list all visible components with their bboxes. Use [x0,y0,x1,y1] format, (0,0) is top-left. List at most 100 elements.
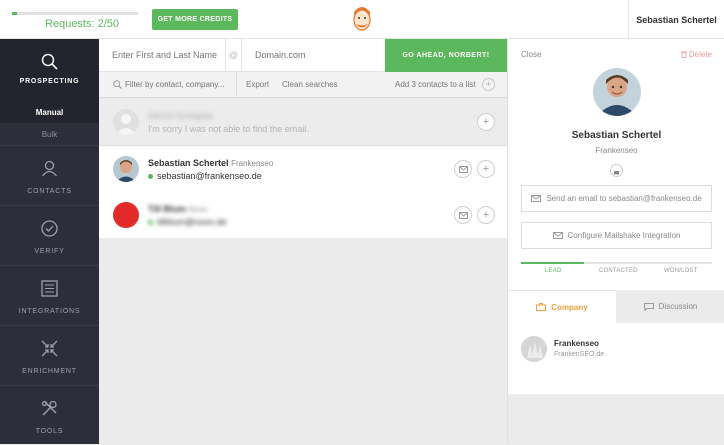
delete-link[interactable]: Delete [680,50,712,59]
contact-email-line: tillblum@noon.de [148,217,227,227]
get-more-credits-button[interactable]: GET MORE CREDITS [152,9,238,30]
sidebar-item-label: PROSPECTING [19,78,80,85]
contact-company: Noon [188,205,208,214]
verified-dot [148,220,153,226]
requests-counter: Requests: 2/50 [45,18,119,30]
filter-input[interactable] [123,72,235,97]
check-circle-icon [41,220,58,237]
sidebar-item-enrichment[interactable]: ENRICHMENT [0,325,99,385]
sidebar-item-tools[interactable]: TOOLS [0,385,99,445]
configure-mailshake-button[interactable]: Configure Mailshake Integration [521,222,712,249]
company-domain: FrankenSEO.de [554,351,605,358]
stage-lead[interactable]: LEAD [545,268,561,274]
requests-progress-fill [12,12,18,15]
user-menu[interactable]: Sebastian Schertel [628,0,724,39]
contact-email: sebastian@frankenseo.de [157,171,262,181]
add-contact-button[interactable]: + [477,160,495,178]
not-found-message: I'm sorry I was not able to find the ema… [148,124,309,134]
search-bar: @ GO AHEAD, NORBERT! [99,39,507,72]
tab-discussion[interactable]: Discussion [616,290,724,323]
contact-name: Ulrich Schapke [148,111,214,121]
sidebar: PROSPECTING Manual Bulk CONTACTS VERIFY … [0,39,99,444]
tab-company[interactable]: Company [508,290,616,323]
contact-company: Frankenseo [595,146,638,155]
contact-detail-panel: Close Delete Sebastian Schertel Frankens… [507,39,724,444]
search-icon [41,53,58,70]
detail-tabs: Company Discussion [508,290,724,323]
add-to-list-plus-button[interactable]: + [482,78,495,91]
add-contact-button[interactable]: + [477,113,495,131]
contact-name-line: Sebastian Schertel Frankenseo [148,158,273,168]
at-sign: @ [225,39,242,71]
clean-searches-link[interactable]: Clean searches [282,80,338,89]
sidebar-item-label: INTEGRATIONS [18,308,81,315]
list-item[interactable]: Sebastian Schertel Frankenseo sebastian@… [99,146,507,193]
tools-icon [41,400,57,416]
export-link[interactable]: Export [246,80,269,89]
company-card[interactable]: Frankenseo FrankenSEO.de [508,323,724,394]
sidebar-item-label: TOOLS [35,428,64,435]
name-input[interactable] [99,39,225,71]
plus-icon: + [482,162,490,175]
company-name: Frankenseo [554,339,599,348]
list-item[interactable]: Ulrich Schapke I'm sorry I was not able … [99,99,507,146]
add-to-list-link[interactable]: Add 3 contacts to a list [395,80,476,89]
sidebar-sub-manual[interactable]: Manual [0,101,99,123]
stage-progress-fill [521,262,585,264]
contact-name: Sebastian Schertel [148,158,229,168]
tab-discussion-label: Discussion [658,302,698,311]
sidebar-item-contacts[interactable]: CONTACTS [0,145,99,205]
plus-icon: + [482,115,490,128]
hunter-face-logo [353,7,371,31]
envelope-icon [552,232,563,239]
verified-dot [148,174,153,180]
contact-name: Sebastian Schertel [571,130,662,141]
integrations-icon [41,280,58,297]
add-contact-button[interactable]: + [477,206,495,224]
stage-contacted[interactable]: CONTACTED [599,268,638,274]
stage-progress-bar [521,262,712,264]
briefcase-icon [536,303,547,311]
company-logo [521,336,547,362]
email-button[interactable] [454,160,472,178]
contact-company: Frankenseo [231,159,274,168]
sidebar-item-label: CONTACTS [27,188,72,195]
top-bar: Requests: 2/50 GET MORE CREDITS Sebastia… [0,0,724,39]
contact-name: Till Blum [148,204,186,214]
send-email-label: Send an email to sebastian@frankenseo.de [546,194,702,203]
chat-icon [643,302,654,311]
filter-bar: Export Clean searches Add 3 contacts to … [99,72,507,98]
detail-bottom-area [508,394,724,444]
contact-photo [593,68,641,116]
user-icon [41,160,58,177]
envelope-icon [458,165,468,173]
avatar [113,109,139,135]
list-item[interactable]: Till Blum Noon tillblum@noon.de + [99,192,507,239]
domain-input[interactable] [242,39,385,71]
company-badge-icon [610,164,623,177]
envelope-icon [458,211,468,219]
contact-email: tillblum@noon.de [157,217,227,227]
contact-name-line: Till Blum Noon [148,204,207,214]
sidebar-item-verify[interactable]: VERIFY [0,205,99,265]
delete-label: Delete [688,50,712,59]
requests-progress-bar [12,12,138,15]
envelope-icon [531,195,542,202]
sidebar-item-integrations[interactable]: INTEGRATIONS [0,265,99,325]
go-ahead-button[interactable]: GO AHEAD, NORBERT! [385,39,507,72]
tab-company-label: Company [551,302,588,312]
sidebar-item-prospecting[interactable]: PROSPECTING [0,39,99,101]
sidebar-item-label: ENRICHMENT [22,368,77,375]
search-icon [113,80,122,89]
email-button[interactable] [454,206,472,224]
stage-won-lost[interactable]: WON/LOST [664,268,698,274]
avatar [113,202,139,228]
close-link[interactable]: Close [521,50,541,59]
sidebar-item-label: VERIFY [34,248,65,255]
sidebar-sub-bulk[interactable]: Bulk [0,123,99,145]
enrichment-icon [41,340,58,357]
contact-email-line: sebastian@frankenseo.de [148,171,262,181]
plus-icon: + [482,208,490,221]
send-email-button[interactable]: Send an email to sebastian@frankenseo.de [521,185,712,212]
mailshake-label: Configure Mailshake Integration [567,231,681,240]
